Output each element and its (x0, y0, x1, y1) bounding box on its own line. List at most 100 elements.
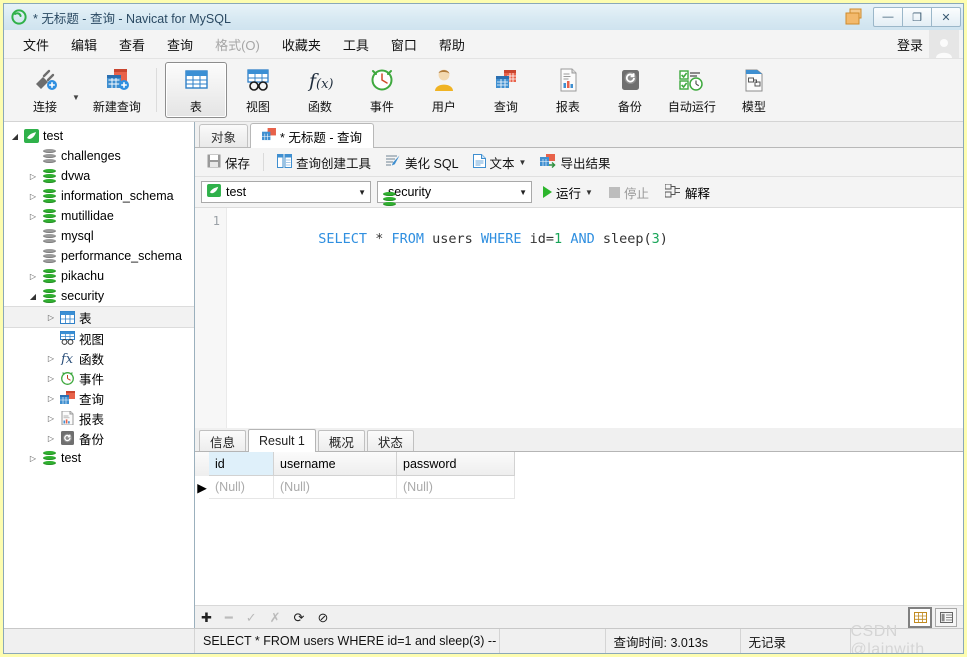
menu-file[interactable]: 文件 (12, 31, 60, 58)
login-area[interactable]: 登录 (897, 30, 963, 58)
sidebar-item-views[interactable]: 视图 (4, 328, 194, 348)
user-icon (430, 65, 458, 95)
tab-status[interactable]: 状态 (366, 430, 414, 451)
toolbar-button-report[interactable]: 报表 (537, 62, 599, 118)
save-disk-icon (207, 154, 221, 171)
menu-tools[interactable]: 工具 (332, 31, 380, 58)
sidebar-item-connection-test[interactable]: ◢ test (4, 126, 194, 146)
sidebar-item-information-schema[interactable]: ▷ information_schema (4, 186, 194, 206)
table-row[interactable]: ▶ (Null) (Null) (Null) (195, 475, 515, 499)
twisty-closed-icon[interactable]: ▷ (44, 394, 58, 403)
export-result-button[interactable]: 导出结果 (534, 150, 616, 175)
toolbar-label-query: 查询 (493, 100, 518, 114)
run-button[interactable]: 运行 ▼ (538, 181, 598, 204)
query-builder-button[interactable]: 查询创建工具 (271, 150, 377, 175)
beautify-sql-button[interactable]: 美化 SQL (379, 150, 465, 175)
chevron-down-icon[interactable]: ▼ (585, 188, 593, 197)
tab-untitled-query[interactable]: * 无标题 - 查询 (250, 123, 374, 148)
tab-result-1[interactable]: Result 1 (248, 429, 316, 452)
sidebar-item-security[interactable]: ◢ security (4, 286, 194, 306)
twisty-closed-icon[interactable]: ▷ (44, 313, 58, 322)
cell-username[interactable]: (Null) (273, 475, 397, 499)
toolbar-button-user[interactable]: 用户 (413, 62, 475, 118)
sidebar-label: mysql (61, 229, 94, 243)
chevron-down-icon[interactable]: ▼ (519, 158, 527, 167)
sidebar-item-functions[interactable]: ▷ fx 函数 (4, 348, 194, 368)
twisty-closed-icon[interactable]: ▷ (26, 272, 40, 281)
toolbar-button-new-query[interactable]: 新建查询 (86, 62, 148, 118)
toolbar-button-function[interactable]: f (x) 函数 (289, 62, 351, 118)
toolbar-button-automation[interactable]: 自动运行 (661, 62, 723, 118)
result-grid-wrap[interactable]: id username password ▶ (Null) (Null) (Nu… (195, 452, 963, 605)
window-stack-icon[interactable] (842, 7, 868, 27)
twisty-closed-icon[interactable]: ▷ (44, 374, 58, 383)
close-button[interactable]: ✕ (931, 7, 961, 27)
tab-objects[interactable]: 对象 (199, 124, 249, 147)
column-header-password[interactable]: password (396, 452, 515, 476)
menu-view[interactable]: 查看 (108, 31, 156, 58)
results-panel: 信息 Result 1 概况 状态 id username password ▶… (195, 428, 963, 628)
twisty-closed-icon[interactable]: ▷ (44, 434, 58, 443)
sidebar-item-test-db[interactable]: ▷ test (4, 448, 194, 468)
menu-help[interactable]: 帮助 (428, 31, 476, 58)
connection-select-value: test (226, 185, 247, 199)
query-icon (262, 128, 276, 144)
sidebar-item-tables[interactable]: ▷ 表 (4, 306, 194, 328)
add-record-icon[interactable]: ✚ (201, 611, 212, 624)
connection-dropdown-caret-icon[interactable]: ▼ (72, 93, 80, 102)
cell-password[interactable]: (Null) (396, 475, 515, 499)
toolbar-button-connection[interactable]: 连接 (14, 62, 76, 118)
twisty-closed-icon[interactable]: ▷ (44, 414, 58, 423)
twisty-closed-icon[interactable]: ▷ (26, 192, 40, 201)
twisty-closed-icon[interactable]: ▷ (44, 354, 58, 363)
sidebar-item-mutillidae[interactable]: ▷ mutillidae (4, 206, 194, 226)
explain-button[interactable]: 解释 (660, 181, 715, 204)
db-green-icon (40, 209, 58, 223)
minimize-button[interactable]: — (873, 7, 903, 27)
sidebar-item-events[interactable]: ▷ 事件 (4, 368, 194, 388)
cell-id[interactable]: (Null) (209, 475, 274, 499)
sidebar-item-pikachu[interactable]: ▷ pikachu (4, 266, 194, 286)
sql-editor[interactable]: 1 SELECT * FROM users WHERE id=1 AND sle… (195, 207, 963, 428)
chevron-down-icon[interactable]: ▼ (513, 188, 527, 197)
sidebar-item-queries[interactable]: ▷ 查询 (4, 388, 194, 408)
column-header-id[interactable]: id (209, 452, 274, 476)
menu-query[interactable]: 查询 (156, 31, 204, 58)
connection-select[interactable]: test ▼ (201, 181, 371, 203)
twisty-closed-icon[interactable]: ▷ (26, 454, 40, 463)
menu-edit[interactable]: 编辑 (60, 31, 108, 58)
twisty-open-icon[interactable]: ◢ (8, 132, 22, 141)
menu-favorites[interactable]: 收藏夹 (271, 31, 332, 58)
user-avatar-icon[interactable] (929, 30, 959, 58)
tab-profile[interactable]: 概况 (317, 430, 365, 451)
sidebar-item-performance-schema[interactable]: performance_schema (4, 246, 194, 266)
chevron-down-icon[interactable]: ▼ (352, 188, 366, 197)
tab-info[interactable]: 信息 (199, 430, 247, 451)
login-link[interactable]: 登录 (897, 35, 923, 54)
twisty-closed-icon[interactable]: ▷ (26, 212, 40, 221)
sidebar-item-dvwa[interactable]: ▷ dvwa (4, 166, 194, 186)
toolbar-button-event[interactable]: 事件 (351, 62, 413, 118)
toolbar-button-model[interactable]: 模型 (723, 62, 785, 118)
toolbar-button-backup[interactable]: 备份 (599, 62, 661, 118)
toolbar-button-query[interactable]: 查询 (475, 62, 537, 118)
menu-window[interactable]: 窗口 (380, 31, 428, 58)
twisty-open-icon[interactable]: ◢ (26, 292, 40, 301)
sql-token-paren: ) (659, 231, 668, 247)
toolbar-button-view[interactable]: 视图 (227, 62, 289, 118)
stop-icon[interactable]: ⊘ (317, 611, 328, 624)
column-header-username[interactable]: username (273, 452, 397, 476)
sidebar-item-mysql[interactable]: mysql (4, 226, 194, 246)
toolbar-button-table[interactable]: 表 (164, 62, 227, 118)
database-select[interactable]: security ▼ (377, 181, 532, 206)
sidebar-item-backups[interactable]: ▷ 备份 (4, 428, 194, 448)
save-button[interactable]: 保存 (201, 150, 256, 175)
text-button[interactable]: 文本 ▼ (467, 150, 533, 175)
sidebar-item-challenges[interactable]: challenges (4, 146, 194, 166)
twisty-closed-icon[interactable]: ▷ (26, 172, 40, 181)
refresh-icon[interactable]: ⟳ (294, 611, 305, 624)
report-icon (58, 411, 76, 425)
sidebar-item-reports[interactable]: ▷ 报表 (4, 408, 194, 428)
maximize-button[interactable]: ❐ (902, 7, 932, 27)
sql-code[interactable]: SELECT * FROM users WHERE id=1 AND sleep… (227, 208, 963, 428)
